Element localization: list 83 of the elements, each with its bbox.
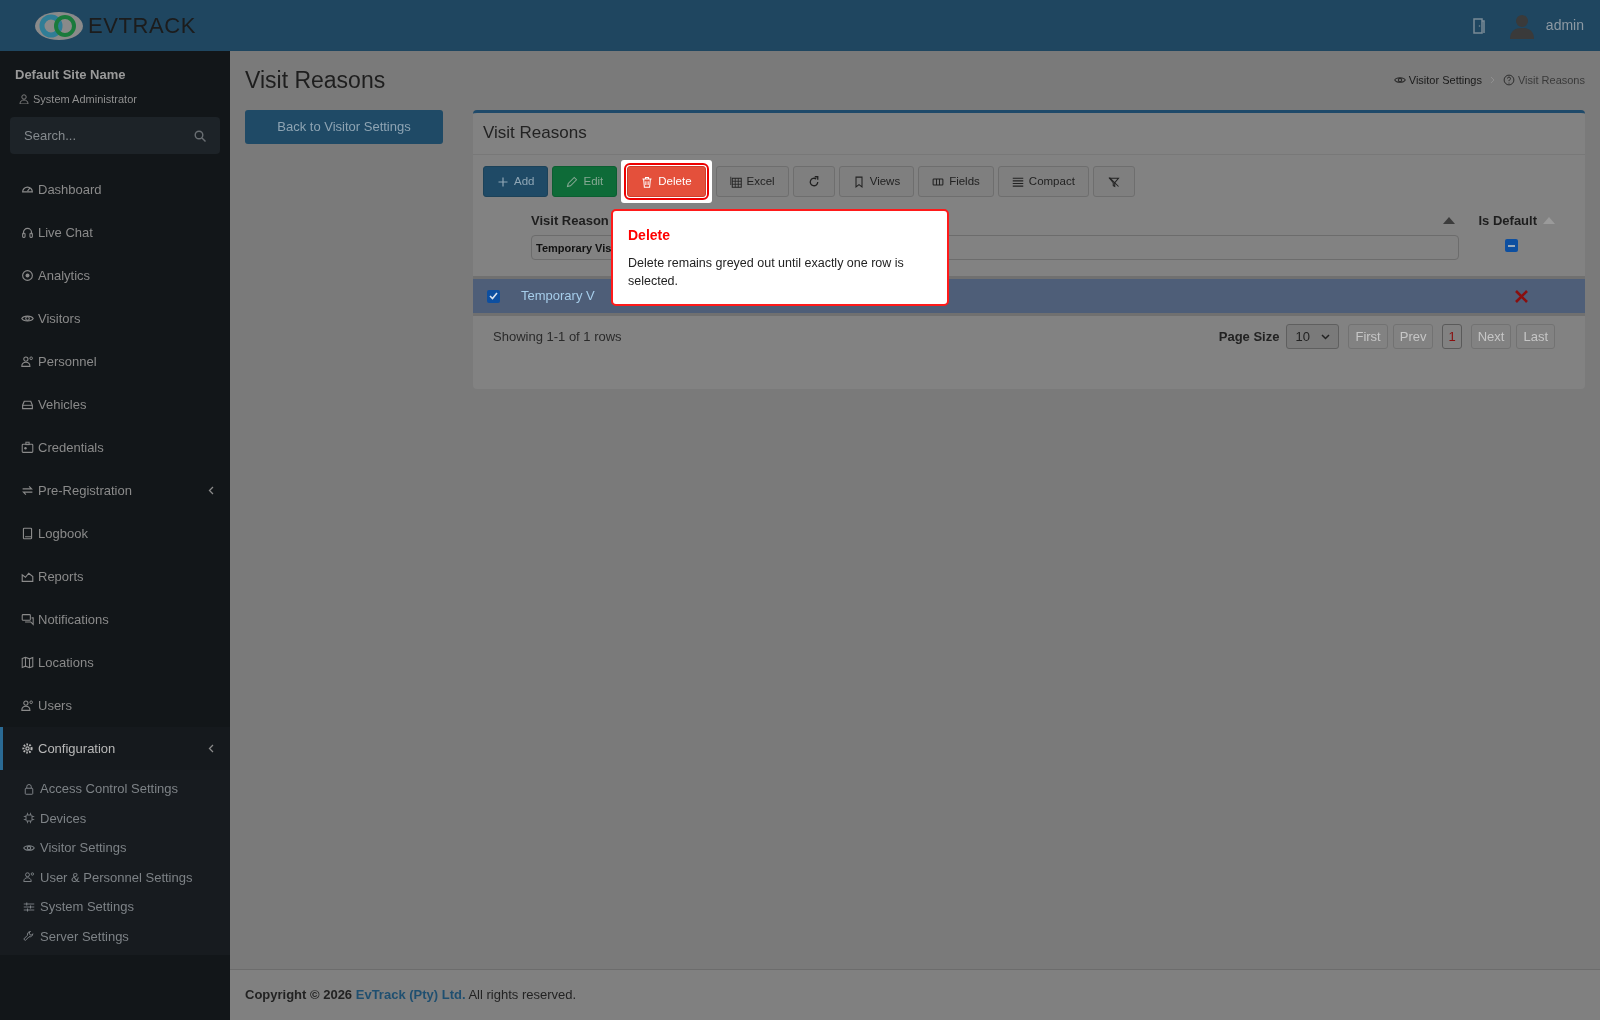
submenu-item[interactable]: System Settings <box>3 892 230 922</box>
toolbar-button[interactable]: Compact <box>997 166 1089 197</box>
submenu-item[interactable]: Visitor Settings <box>3 833 230 863</box>
pagination-button[interactable]: 1 <box>1442 324 1462 349</box>
menu-item[interactable]: Configuration <box>0 727 230 770</box>
columns-icon <box>932 175 945 188</box>
column-header[interactable]: Visit Reason <box>531 210 609 230</box>
chat-icon <box>21 613 34 626</box>
submenu-item[interactable]: User & Personnel Settings <box>3 862 230 892</box>
plus-icon <box>497 175 509 188</box>
page-size-select[interactable]: 10 <box>1286 324 1340 349</box>
sliders-icon <box>23 900 35 913</box>
submenu-item[interactable]: Server Settings <box>3 921 230 951</box>
card-title: Visit Reasons <box>483 122 587 145</box>
help-icon <box>1502 74 1515 87</box>
menu-item[interactable]: Dashboard <box>0 168 230 211</box>
row-count-text: Showing 1-1 of 1 rows <box>493 327 622 346</box>
site-name: Default Site Name <box>15 66 127 84</box>
refresh-icon <box>807 175 820 188</box>
toolbar-button[interactable]: Edit <box>552 166 618 197</box>
menu-item[interactable]: Pre-Registration <box>0 469 230 512</box>
search-field[interactable]: Search... <box>10 117 220 154</box>
person-icon <box>21 699 34 712</box>
menu-item[interactable]: Vehicles <box>0 383 230 426</box>
target-icon <box>21 269 34 282</box>
chart-icon <box>21 570 34 583</box>
table-icon <box>729 175 742 188</box>
breadcrumb-link[interactable]: Visitor Settings <box>1393 72 1482 89</box>
toolbar-button[interactable]: Excel <box>715 166 789 197</box>
breadcrumb-link[interactable]: Visit Reasons <box>1502 72 1585 89</box>
clear-filter-icon <box>1107 175 1120 188</box>
table-cell-text: Temporary V <box>521 287 596 306</box>
door-icon[interactable] <box>1471 17 1486 34</box>
logo-icon <box>34 9 85 42</box>
caret-icon <box>1321 333 1331 340</box>
clear-filter-button[interactable] <box>1092 166 1135 197</box>
user-name[interactable]: admin <box>1545 15 1584 36</box>
logo-text: EVTRACK <box>88 12 196 40</box>
toolbar-button[interactable]: Add <box>483 166 549 197</box>
page-title: Visit Reasons <box>245 66 386 95</box>
user-role: System Administrator <box>33 91 137 107</box>
menu-item[interactable]: Credentials <box>0 426 230 469</box>
trash-icon <box>641 175 654 188</box>
menu-item[interactable]: Live Chat <box>0 211 230 254</box>
gauge-icon <box>21 183 34 196</box>
settings-icon <box>21 742 34 755</box>
toolbar-button[interactable]: Fields <box>918 166 994 197</box>
eye-icon <box>21 312 34 325</box>
copyright-text: Copyright © 2026 EvTrack (Pty) Ltd. All rights reserved. <box>245 986 577 1005</box>
row-checkbox[interactable] <box>487 289 500 303</box>
column-header[interactable]: Is Default <box>1478 210 1537 230</box>
person-icon <box>23 871 35 884</box>
menu-item[interactable]: Users <box>0 684 230 727</box>
menu-item[interactable]: Locations <box>0 641 230 684</box>
back-button[interactable]: Back to Visitor Settings <box>245 109 443 144</box>
sort-icon[interactable] <box>1443 216 1455 224</box>
map-icon <box>21 656 34 669</box>
menu-item[interactable]: Logbook <box>0 512 230 555</box>
refresh-button[interactable] <box>792 166 835 197</box>
lines-icon <box>1011 175 1024 188</box>
headset-icon <box>21 226 34 239</box>
lock-icon <box>23 782 35 795</box>
menu-item[interactable]: Notifications <box>0 598 230 641</box>
menu-item[interactable]: Personnel <box>0 340 230 383</box>
book-icon <box>21 527 34 540</box>
wrench-icon <box>23 930 35 943</box>
filter-checkbox[interactable] <box>1504 239 1518 252</box>
submenu-item[interactable]: Devices <box>3 803 230 833</box>
page-size-label: Page Size <box>1218 327 1280 346</box>
menu-item[interactable]: Reports <box>0 555 230 598</box>
pencil-icon <box>566 175 579 188</box>
arrows-icon <box>21 484 34 497</box>
menu-item[interactable]: Analytics <box>0 254 230 297</box>
menu-item[interactable]: Visitors <box>0 297 230 340</box>
submenu-item[interactable]: Access Control Settings <box>3 774 230 804</box>
user-icon <box>19 93 29 104</box>
person-icon <box>21 355 34 368</box>
toolbar-button[interactable]: Views <box>838 166 915 197</box>
bookmark-icon <box>852 175 865 188</box>
car-icon <box>21 398 34 411</box>
toolbar-button[interactable]: Delete <box>627 166 706 197</box>
search-icon[interactable] <box>194 130 206 142</box>
chip-icon <box>23 812 35 825</box>
